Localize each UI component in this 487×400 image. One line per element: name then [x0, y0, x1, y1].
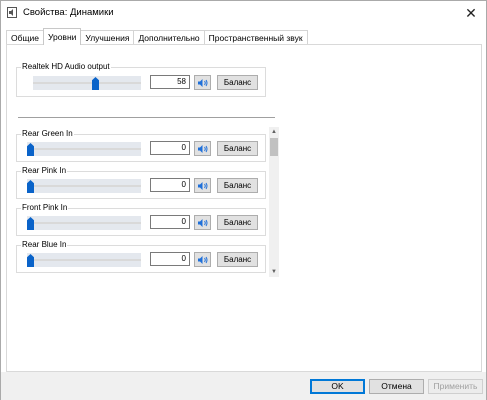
close-icon: ✕	[465, 5, 477, 21]
main-balance-button[interactable]: Баланс	[217, 75, 258, 90]
speaker-icon	[198, 256, 208, 264]
properties-window: Свойства: Динамики ✕ Общие Уровни Улучше…	[0, 0, 487, 400]
input-device-group: Front Pink In 0 Баланс	[16, 203, 266, 236]
main-mute-button[interactable]	[194, 75, 211, 90]
tab-general[interactable]: Общие	[6, 30, 44, 45]
input-volume-value[interactable]: 0	[150, 141, 190, 155]
input-balance-button[interactable]: Баланс	[217, 252, 258, 267]
input-mute-button[interactable]	[194, 252, 211, 267]
tab-spatial-sound[interactable]: Пространственный звук	[203, 30, 308, 45]
input-volume-value[interactable]: 0	[150, 215, 190, 229]
speaker-icon	[198, 182, 208, 190]
close-button[interactable]: ✕	[456, 1, 486, 25]
cancel-button[interactable]: Отмена	[369, 379, 424, 394]
input-device-group: Rear Green In 0 Баланс	[16, 129, 266, 162]
main-device-group: Realtek HD Audio output 58 Баланс	[16, 62, 266, 97]
input-device-label: Rear Green In	[21, 129, 74, 138]
input-device-group: Rear Blue In 0 Баланс	[16, 240, 266, 273]
input-device-label: Rear Pink In	[21, 166, 68, 175]
main-volume-slider[interactable]	[33, 76, 141, 90]
input-volume-value[interactable]: 0	[150, 252, 190, 266]
slider-line	[27, 259, 141, 261]
input-device-label: Rear Blue In	[21, 240, 68, 249]
speaker-app-icon	[7, 7, 17, 18]
input-mute-button[interactable]	[194, 178, 211, 193]
input-balance-button[interactable]: Баланс	[217, 141, 258, 156]
main-device-label: Realtek HD Audio output	[21, 62, 111, 71]
scroll-thumb[interactable]	[270, 138, 278, 156]
levels-panel: Realtek HD Audio output 58 Баланс Rear G…	[6, 44, 482, 372]
input-volume-value[interactable]: 0	[150, 178, 190, 192]
scroll-down-arrow-icon[interactable]: ▼	[269, 267, 279, 277]
input-device-group: Rear Pink In 0 Баланс	[16, 166, 266, 199]
title-bar[interactable]: Свойства: Динамики ✕	[1, 1, 486, 25]
input-balance-button[interactable]: Баланс	[217, 178, 258, 193]
ok-button[interactable]: OK	[310, 379, 365, 394]
speaker-icon	[198, 79, 208, 87]
input-mute-button[interactable]	[194, 215, 211, 230]
main-volume-value[interactable]: 58	[150, 75, 190, 89]
tab-enhancements[interactable]: Улучшения	[80, 30, 135, 45]
input-list-scrollbar[interactable]: ▲ ▼	[269, 127, 279, 277]
slider-line	[27, 185, 141, 187]
apply-button[interactable]: Применить	[428, 379, 483, 394]
slider-line	[27, 222, 141, 224]
tab-strip: Общие Уровни Улучшения Дополнительно Про…	[6, 28, 308, 45]
speaker-icon	[198, 219, 208, 227]
input-device-label: Front Pink In	[21, 203, 69, 212]
input-volume-slider[interactable]	[27, 253, 141, 267]
separator	[18, 117, 275, 118]
slider-line	[33, 82, 141, 84]
window-title: Свойства: Динамики	[23, 7, 114, 18]
dialog-footer: OK Отмена Применить	[1, 372, 486, 400]
input-volume-slider[interactable]	[27, 216, 141, 230]
slider-line	[27, 148, 141, 150]
tab-advanced[interactable]: Дополнительно	[133, 30, 205, 45]
scroll-up-arrow-icon[interactable]: ▲	[269, 127, 279, 137]
input-volume-slider[interactable]	[27, 179, 141, 193]
input-balance-button[interactable]: Баланс	[217, 215, 258, 230]
tab-levels[interactable]: Уровни	[42, 28, 82, 45]
speaker-icon	[198, 145, 208, 153]
input-mute-button[interactable]	[194, 141, 211, 156]
input-volume-slider[interactable]	[27, 142, 141, 156]
